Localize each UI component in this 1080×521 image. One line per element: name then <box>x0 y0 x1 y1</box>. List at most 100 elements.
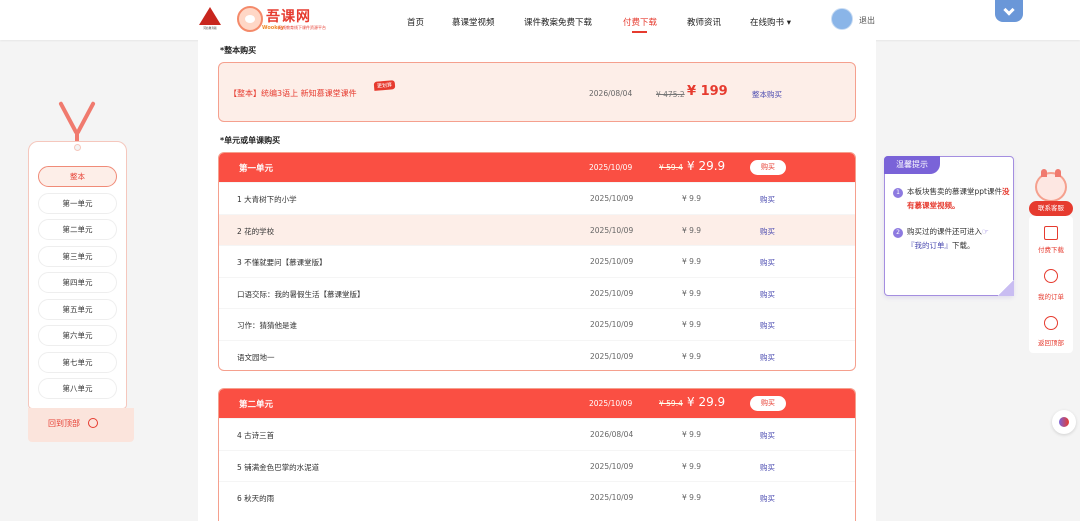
contact-service-button[interactable]: 联系客服 <box>1029 201 1073 216</box>
mascot-logo-icon[interactable] <box>237 6 263 32</box>
user-icon <box>1044 269 1058 283</box>
lesson-title: 6 秋天的雨 <box>237 494 275 503</box>
unit-nav-sidebar: 整本 第一单元 第二单元 第三单元 第四单元 第五单元 第六单元 第七单元 第八… <box>28 141 127 409</box>
lesson-date: 2025/10/09 <box>590 320 634 329</box>
lesson-price: ¥ 9.9 <box>682 320 702 329</box>
tag-hole-icon <box>74 144 81 151</box>
unit-date: 2025/10/09 <box>589 399 633 408</box>
folder-icon <box>1044 226 1058 240</box>
unit-block: 第二单元 2025/10/09 ¥ 59.4 ¥ 29.9 购买 4 古诗三首 … <box>218 388 856 521</box>
lesson-title: 1 大青树下的小学 <box>237 195 297 204</box>
tips-card: 温馨提示 1 本板块售卖的慕课堂ppt课件没有慕课堂视频。 2 购买过的课件还可… <box>884 156 1014 296</box>
unit-block: 第一单元 2025/10/09 ¥ 59.4 ¥ 29.9 购买 1 大青树下的… <box>218 152 856 371</box>
lesson-buy-link[interactable]: 购买 <box>760 462 775 473</box>
whole-section-title: *整本购买 <box>220 46 257 55</box>
brand-tagline: 无线教育线下课件资源平台 <box>278 25 326 30</box>
lesson-row: 5 铺满金色巴掌的水泥道 2025/10/09 ¥ 9.9 购买 <box>219 449 855 482</box>
publisher-logo[interactable]: 河北教育版 <box>198 7 222 33</box>
nav-teacher-news[interactable]: 教师资讯 <box>687 16 721 28</box>
tip-2-end: 下载。 <box>952 241 975 250</box>
sidebar-item-whole[interactable]: 整本 <box>38 166 117 187</box>
mascot-icon[interactable] <box>1035 169 1067 202</box>
lesson-buy-link[interactable]: 购买 <box>760 289 775 300</box>
lesson-buy-link[interactable]: 购买 <box>760 352 775 363</box>
unit-name: 第二单元 <box>239 400 274 410</box>
tip-number-2: 2 <box>893 228 903 238</box>
sidebar-item-unit-4[interactable]: 第四单元 <box>38 272 117 293</box>
whole-purchase-card: 【整本】统编3语上 新知慕课堂课件 更划算 2026/08/04 ¥ 475.2… <box>218 62 856 122</box>
user-avatar[interactable] <box>831 8 853 30</box>
value-badge: 更划算 <box>373 80 396 91</box>
right-float-bar: 联系客服 付费下载 我的订单 返回顶部 <box>1029 160 1073 353</box>
tip-2-main: 购买过的课件还可进入 <box>907 227 982 236</box>
sidebar-item-unit-8[interactable]: 第八单元 <box>38 378 117 399</box>
pointer-hand-icon: ☞ <box>982 227 989 236</box>
lesson-price: ¥ 9.9 <box>682 461 702 471</box>
my-orders-link[interactable]: 『我的订单』 <box>907 241 952 250</box>
lesson-title: 2 花的学校 <box>237 226 275 236</box>
whole-item-date: 2026/08/04 <box>589 89 633 98</box>
lesson-row: 4 古诗三首 2026/08/04 ¥ 9.9 购买 <box>219 418 855 450</box>
unit-buy-button[interactable]: 购买 <box>750 396 786 411</box>
lesson-date: 2025/10/09 <box>590 194 634 203</box>
lesson-row: 3 不懂就要问【慕课堂版】 2025/10/09 ¥ 9.9 购买 <box>219 245 855 277</box>
lesson-buy-link[interactable]: 购买 <box>760 194 775 205</box>
whole-item-title: 【整本】统编3语上 新知慕课堂课件 <box>229 89 357 98</box>
lesson-row: 6 秋天的雨 2025/10/09 ¥ 9.9 购买 <box>219 481 855 513</box>
whole-buy-link[interactable]: 整本购买 <box>752 89 782 100</box>
lesson-title: 4 古诗三首 <box>237 431 275 440</box>
right-bar-panel: 付费下载 我的订单 返回顶部 <box>1029 216 1073 353</box>
right-bar-paid-download[interactable]: 付费下载 <box>1029 244 1073 254</box>
lesson-price: ¥ 9.9 <box>682 194 702 203</box>
lesson-price: ¥ 9.9 <box>682 288 702 298</box>
brand-logo[interactable]: 吾课网 Wookey 无线教育线下课件资源平台 <box>262 6 326 31</box>
right-bar-my-orders[interactable]: 我的订单 <box>1029 291 1073 301</box>
sidebar-back-to-top[interactable]: 回到顶部 <box>28 408 134 442</box>
chat-assistant-icon[interactable] <box>1052 410 1076 434</box>
top-header: 河北教育版 吾课网 Wookey 无线教育线下课件资源平台 首页 慕课堂视频 课… <box>0 0 1080 40</box>
shield-badge-icon[interactable] <box>995 0 1023 22</box>
lesson-buy-link[interactable]: 购买 <box>760 493 775 504</box>
lesson-title: 5 铺满金色巴掌的水泥道 <box>237 462 320 472</box>
whole-item-new-price: ¥ 199 <box>687 84 728 99</box>
nav-online-books[interactable]: 在线购书 ▾ <box>750 16 791 28</box>
lesson-buy-link[interactable]: 购买 <box>760 320 775 331</box>
lesson-buy-link[interactable]: 购买 <box>760 257 775 268</box>
lesson-date: 2025/10/09 <box>590 225 634 235</box>
sidebar-item-unit-1[interactable]: 第一单元 <box>38 193 117 214</box>
unit-date: 2025/10/09 <box>589 163 633 172</box>
nav-paid-download[interactable]: 付费下载 <box>623 16 657 28</box>
lesson-buy-link[interactable]: 购买 <box>760 226 775 237</box>
page-fold-icon <box>998 280 1014 296</box>
unit-header: 第一单元 2025/10/09 ¥ 59.4 ¥ 29.9 购买 <box>219 153 855 182</box>
chevron-up-icon <box>88 418 98 428</box>
nav-free-download[interactable]: 课件教案免费下载 <box>524 16 592 28</box>
lesson-date: 2025/10/09 <box>590 257 634 266</box>
unit-old-price: ¥ 59.4 <box>659 399 683 408</box>
logout-link[interactable]: 退出 <box>859 15 875 26</box>
lesson-date: 2025/10/09 <box>590 461 634 471</box>
nav-home[interactable]: 首页 <box>407 16 424 28</box>
lesson-title: 口语交际：我的暑假生活【慕课堂版】 <box>237 289 365 299</box>
lesson-price: ¥ 9.9 <box>682 493 702 502</box>
lesson-date: 2025/10/09 <box>590 288 634 298</box>
sidebar-item-unit-5[interactable]: 第五单元 <box>38 299 117 320</box>
publisher-logo-icon <box>199 7 221 25</box>
tip-1-main: 本板块售卖的慕课堂ppt课件 <box>907 187 1002 196</box>
sidebar-item-unit-6[interactable]: 第六单元 <box>38 325 117 346</box>
unit-buy-button[interactable]: 购买 <box>750 160 786 175</box>
sidebar-item-unit-7[interactable]: 第七单元 <box>38 352 117 373</box>
unit-header: 第二单元 2025/10/09 ¥ 59.4 ¥ 29.9 购买 <box>219 389 855 418</box>
sidebar-item-unit-2[interactable]: 第二单元 <box>38 219 117 240</box>
nav-mooc-video[interactable]: 慕课堂视频 <box>452 16 495 28</box>
right-bar-back-to-top[interactable]: 返回顶部 <box>1029 337 1073 347</box>
sidebar-item-unit-3[interactable]: 第三单元 <box>38 246 117 267</box>
lesson-title: 3 不懂就要问【慕课堂版】 <box>237 258 327 267</box>
lesson-buy-link[interactable]: 购买 <box>760 430 775 441</box>
lesson-row: 2 花的学校 2025/10/09 ¥ 9.9 购买 <box>219 213 855 245</box>
unit-new-price: ¥ 29.9 <box>687 159 726 173</box>
lesson-date: 2026/08/04 <box>590 430 634 439</box>
nav-active-underline <box>632 31 647 33</box>
lesson-date: 2025/10/09 <box>590 493 634 502</box>
back-to-top-label: 回到顶部 <box>48 419 80 428</box>
